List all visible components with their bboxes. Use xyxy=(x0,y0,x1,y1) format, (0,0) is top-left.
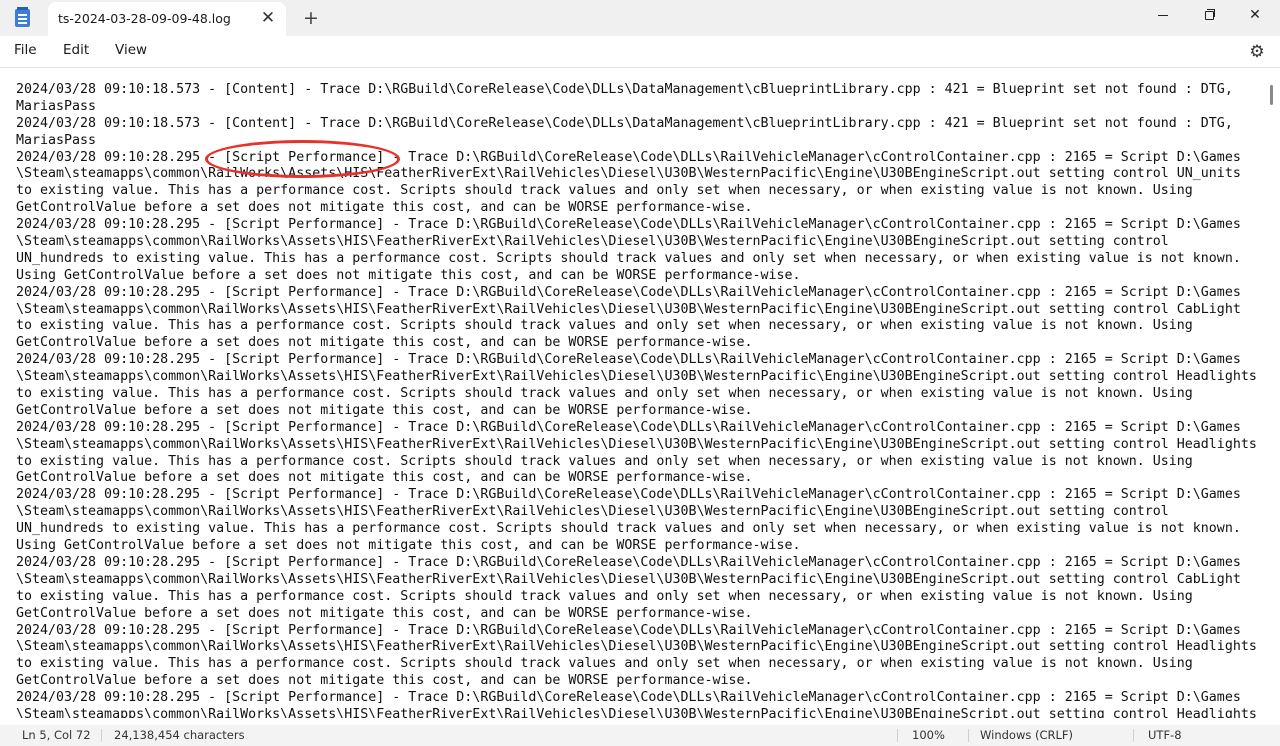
log-line: \Steam\steamapps\common\RailWorks\Assets… xyxy=(16,639,1257,655)
status-divider xyxy=(1133,729,1134,742)
status-divider xyxy=(101,729,102,742)
status-bar: Ln 5, Col 72 24,138,454 characters 100% … xyxy=(0,725,1280,746)
log-line: 2024/03/28 09:10:18.573 - [Content] - Tr… xyxy=(16,115,1233,131)
log-line: GetControlValue before a set does not mi… xyxy=(16,605,753,621)
log-line: \Steam\steamapps\common\RailWorks\Assets… xyxy=(16,166,1241,182)
vertical-scrollbar[interactable] xyxy=(1270,85,1273,105)
log-line: \Steam\steamapps\common\RailWorks\Assets… xyxy=(16,571,1241,587)
log-line: \Steam\steamapps\common\RailWorks\Assets… xyxy=(16,436,1257,452)
restore-icon xyxy=(1204,8,1215,20)
line-ending[interactable]: Windows (CRLF) xyxy=(980,728,1073,742)
log-line: GetControlValue before a set does not mi… xyxy=(16,673,753,689)
close-window-button[interactable]: ✕ xyxy=(1232,0,1278,30)
log-line: GetControlValue before a set does not mi… xyxy=(16,402,753,418)
log-content[interactable]: 2024/03/28 09:10:18.573 - [Content] - Tr… xyxy=(16,82,1266,718)
log-line: 2024/03/28 09:10:28.295 - [Script Perfor… xyxy=(16,622,1241,638)
log-line: \Steam\steamapps\common\RailWorks\Assets… xyxy=(16,369,1257,385)
log-line: GetControlValue before a set does not mi… xyxy=(16,470,753,486)
log-line: 2024/03/28 09:10:18.573 - [Content] - Tr… xyxy=(16,82,1233,97)
encoding[interactable]: UTF-8 xyxy=(1148,728,1182,742)
log-line: UN_hundreds to existing value. This has … xyxy=(16,250,1241,266)
log-line: to existing value. This has a performanc… xyxy=(16,453,1193,469)
menu-view[interactable]: View xyxy=(115,42,147,58)
cursor-position: Ln 5, Col 72 xyxy=(22,728,91,742)
log-line: \Steam\steamapps\common\RailWorks\Assets… xyxy=(16,234,1169,250)
log-line: to existing value. This has a performanc… xyxy=(16,318,1193,334)
log-line: \Steam\steamapps\common\RailWorks\Assets… xyxy=(16,504,1169,520)
log-line: to existing value. This has a performanc… xyxy=(16,656,1193,672)
log-line: 2024/03/28 09:10:28.295 - [Script Perfor… xyxy=(16,284,1241,300)
log-line: to existing value. This has a performanc… xyxy=(16,183,1193,199)
zoom-level[interactable]: 100% xyxy=(912,728,945,742)
new-tab-button[interactable]: + xyxy=(299,6,323,30)
log-line: 2024/03/28 09:10:28.295 - [Script Perfor… xyxy=(16,352,1241,368)
title-bar: ts-2024-03-28-09-09-48.log ✕ + ✕ xyxy=(0,0,1280,36)
menu-edit[interactable]: Edit xyxy=(63,42,89,58)
log-line: 2024/03/28 09:10:28.295 - [Script Perfor… xyxy=(16,419,1241,435)
log-line: Using GetControlValue before a set does … xyxy=(16,538,801,554)
log-line: 2024/03/28 09:10:28.295 - [Script Perfor… xyxy=(16,554,1241,570)
log-line: UN_hundreds to existing value. This has … xyxy=(16,521,1241,537)
tab-title: ts-2024-03-28-09-09-48.log xyxy=(58,11,231,26)
log-line: to existing value. This has a performanc… xyxy=(16,386,1193,402)
log-line: GetControlValue before a set does not mi… xyxy=(16,335,753,351)
log-line: \Steam\steamapps\common\RailWorks\Assets… xyxy=(16,706,1257,718)
status-divider xyxy=(897,729,898,742)
notepad-icon xyxy=(15,7,30,27)
log-line: Using GetControlValue before a set does … xyxy=(16,267,801,283)
log-line: 2024/03/28 09:10:28.295 - [Script Perfor… xyxy=(16,217,1241,233)
log-line: \Steam\steamapps\common\RailWorks\Assets… xyxy=(16,301,1241,317)
log-line: MariasPass xyxy=(16,98,97,114)
tab-log-file[interactable]: ts-2024-03-28-09-09-48.log ✕ xyxy=(48,2,286,36)
log-line: 2024/03/28 09:10:28.295 - [Script Perfor… xyxy=(16,149,1241,165)
close-tab-icon[interactable]: ✕ xyxy=(257,7,279,29)
maximize-button[interactable] xyxy=(1186,0,1232,30)
menu-bar: File Edit View ⚙ xyxy=(0,36,1280,68)
menu-file[interactable]: File xyxy=(14,42,37,58)
log-line: to existing value. This has a performanc… xyxy=(16,588,1193,604)
settings-gear-icon[interactable]: ⚙ xyxy=(1246,41,1268,63)
log-line: 2024/03/28 09:10:28.295 - [Script Perfor… xyxy=(16,690,1241,706)
character-count: 24,138,454 characters xyxy=(114,728,245,742)
minimize-button[interactable] xyxy=(1140,0,1186,30)
log-line: GetControlValue before a set does not mi… xyxy=(16,200,753,216)
minimize-icon xyxy=(1158,14,1168,16)
status-divider xyxy=(968,729,969,742)
log-line: MariasPass xyxy=(16,132,97,148)
red-circle-annotation xyxy=(205,140,400,178)
log-line: 2024/03/28 09:10:28.295 - [Script Perfor… xyxy=(16,487,1241,503)
text-editor[interactable]: 2024/03/28 09:10:18.573 - [Content] - Tr… xyxy=(0,69,1280,718)
